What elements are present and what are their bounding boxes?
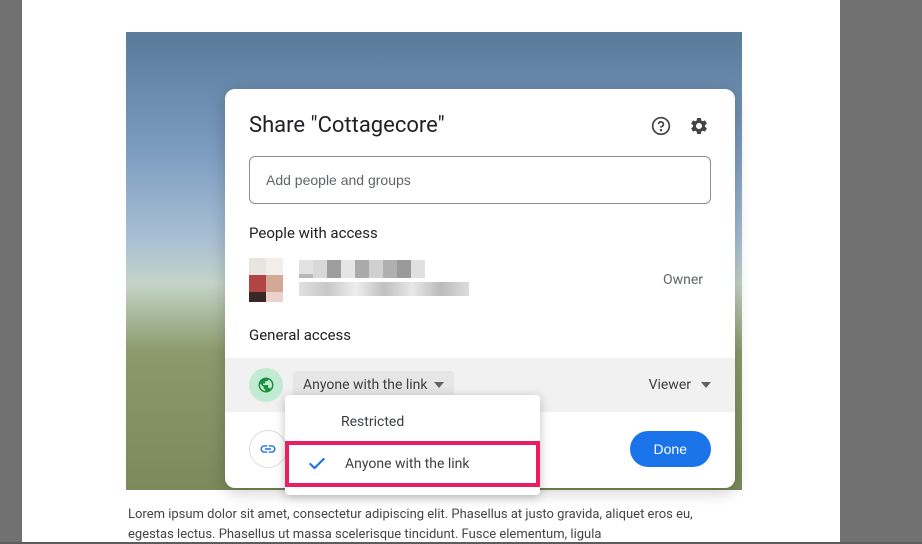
- add-people-input[interactable]: [249, 156, 711, 204]
- page-margin-left: [0, 0, 22, 542]
- add-people-area: [225, 156, 735, 204]
- avatar: [249, 258, 283, 302]
- caret-down-icon: [701, 382, 711, 388]
- globe-icon: [249, 368, 283, 402]
- owner-role: Owner: [663, 272, 703, 288]
- dropdown-option-anyone[interactable]: Anyone with the link: [285, 441, 540, 487]
- dropdown-option-restricted[interactable]: Restricted: [285, 403, 540, 441]
- access-dropdown-menu: Restricted Anyone with the link: [285, 395, 540, 495]
- done-button[interactable]: Done: [630, 431, 711, 467]
- copy-link-button[interactable]: [249, 430, 287, 468]
- header-icons: [649, 114, 711, 138]
- access-dropdown-label: Anyone with the link: [303, 377, 428, 393]
- page-margin-right: [840, 0, 922, 542]
- share-dialog: Share "Cottagecore" People with access: [225, 89, 735, 488]
- help-icon[interactable]: [649, 114, 673, 138]
- person-name-redacted: [299, 260, 479, 300]
- general-access-label: General access: [225, 326, 735, 344]
- caret-down-icon: [434, 382, 444, 388]
- check-icon: [307, 454, 327, 474]
- dialog-header: Share "Cottagecore": [225, 113, 735, 138]
- dropdown-option-label: Anyone with the link: [345, 456, 470, 472]
- people-row: Owner: [225, 256, 735, 304]
- body-text: Lorem ipsum dolor sit amet, consectetur …: [128, 505, 740, 544]
- settings-icon[interactable]: [687, 114, 711, 138]
- viewer-label: Viewer: [649, 377, 691, 393]
- dialog-title: Share "Cottagecore": [249, 113, 649, 138]
- viewer-dropdown[interactable]: Viewer: [649, 377, 711, 393]
- people-with-access-label: People with access: [225, 224, 735, 242]
